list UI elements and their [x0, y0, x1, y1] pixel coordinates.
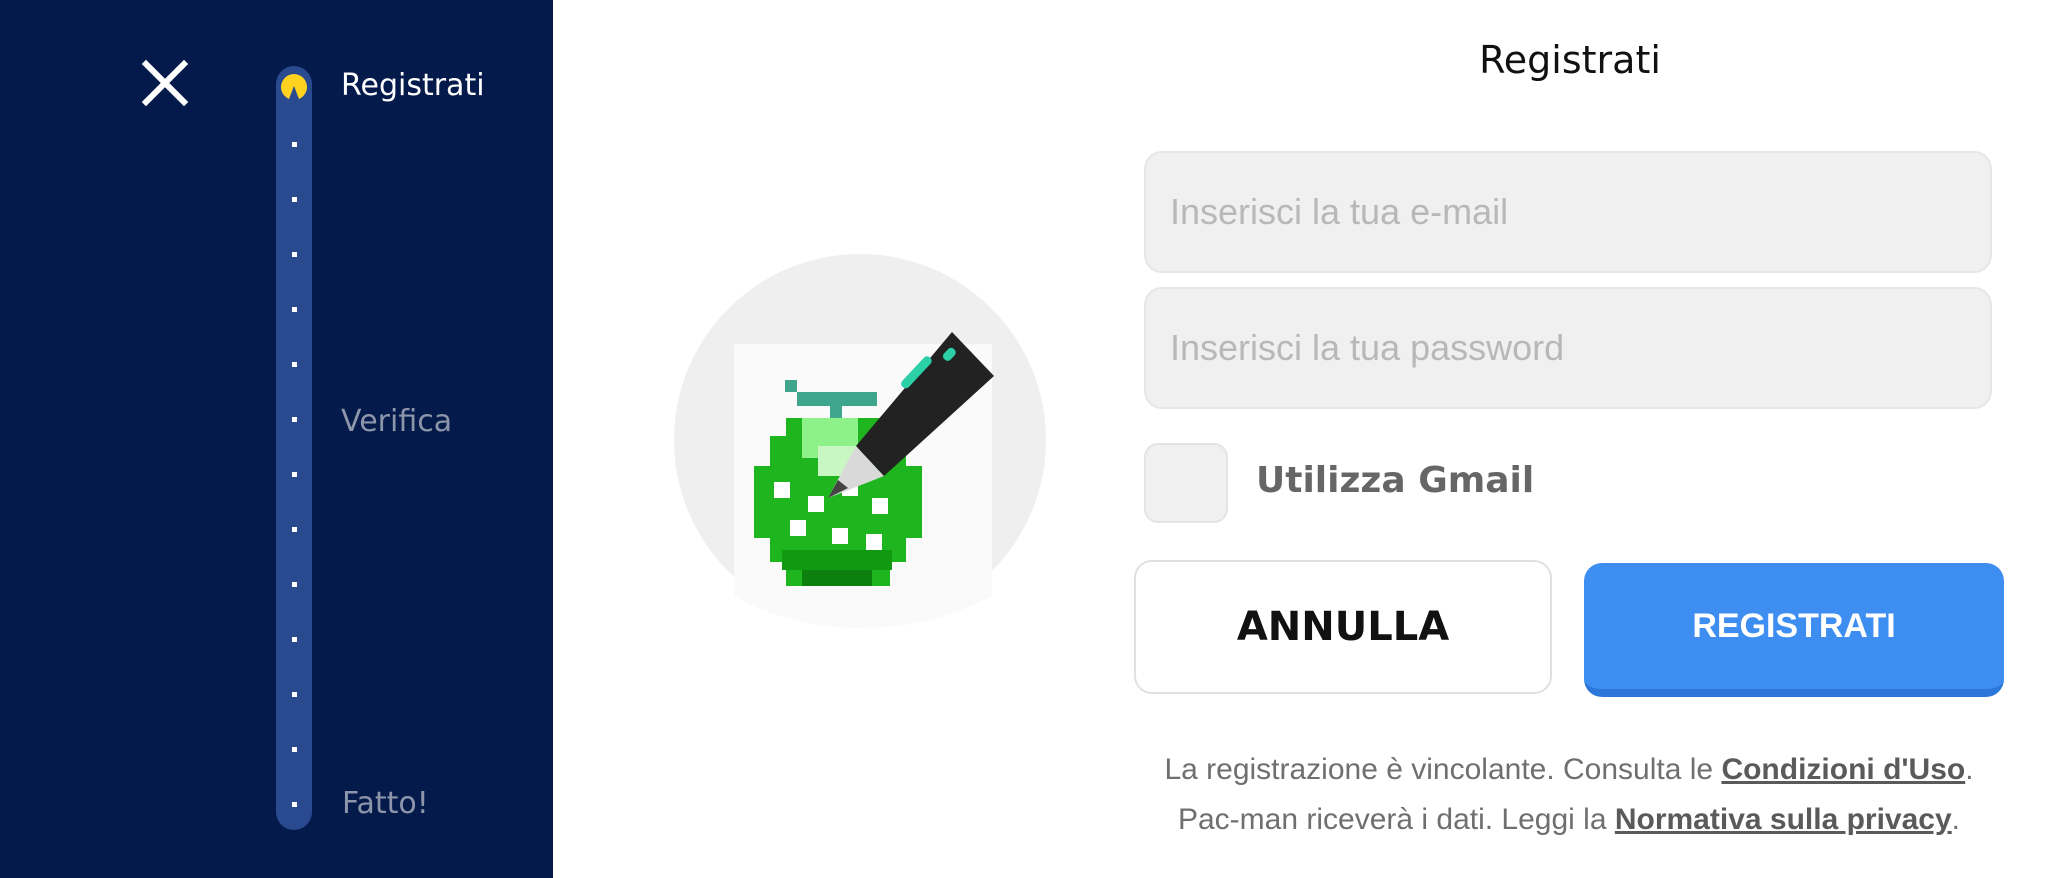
legal-notice-terms: La registrazione è vincolante. Consulta … — [1134, 753, 2004, 787]
track-dot — [292, 197, 297, 202]
legal-text: Pac-man riceverà i dati. Leggi la — [1177, 803, 1615, 836]
register-button[interactable]: REGISTRATI — [1584, 563, 2004, 697]
track-dot — [292, 582, 297, 587]
close-icon — [141, 59, 189, 107]
step-verifica: Verifica — [341, 404, 453, 439]
track-dot — [292, 637, 297, 642]
track-dot — [292, 252, 297, 257]
pacman-progress-icon — [281, 74, 307, 99]
password-field[interactable] — [1144, 287, 1992, 409]
close-button[interactable] — [140, 58, 190, 108]
email-field[interactable] — [1144, 151, 1992, 273]
legal-text: . — [1951, 803, 1961, 836]
pixel-melon-with-pen-icon — [674, 254, 1046, 628]
track-dot — [292, 472, 297, 477]
track-dot — [292, 692, 297, 697]
track-dot — [292, 747, 297, 752]
terms-of-use-link[interactable]: Condizioni d'Uso — [1721, 753, 1965, 786]
track-dot — [292, 362, 297, 367]
gmail-checkbox[interactable] — [1144, 443, 1228, 523]
progress-track — [276, 66, 312, 830]
track-dot — [292, 802, 297, 807]
track-dot — [292, 527, 297, 532]
legal-text: La registrazione è vincolante. Consulta … — [1164, 753, 1722, 786]
app-root: Registrati Verifica Fatto! Registrati In… — [0, 0, 2048, 878]
step-registrati: Registrati — [341, 68, 485, 103]
track-dot — [292, 417, 297, 422]
legal-notice-privacy: Pac-man riceverà i dati. Leggi la Normat… — [1134, 803, 2004, 837]
gmail-checkbox-label[interactable]: Utilizza Gmail — [1256, 460, 1534, 501]
track-dot — [292, 307, 297, 312]
progress-sidebar: Registrati Verifica Fatto! — [0, 0, 553, 878]
track-dot — [292, 142, 297, 147]
privacy-policy-link[interactable]: Normativa sulla privacy — [1615, 803, 1952, 836]
page-title: Registrati — [1479, 38, 1661, 82]
cancel-button[interactable]: ANNULLA — [1134, 560, 1552, 694]
step-fatto: Fatto! — [342, 786, 429, 821]
legal-text: . — [1965, 753, 1974, 786]
